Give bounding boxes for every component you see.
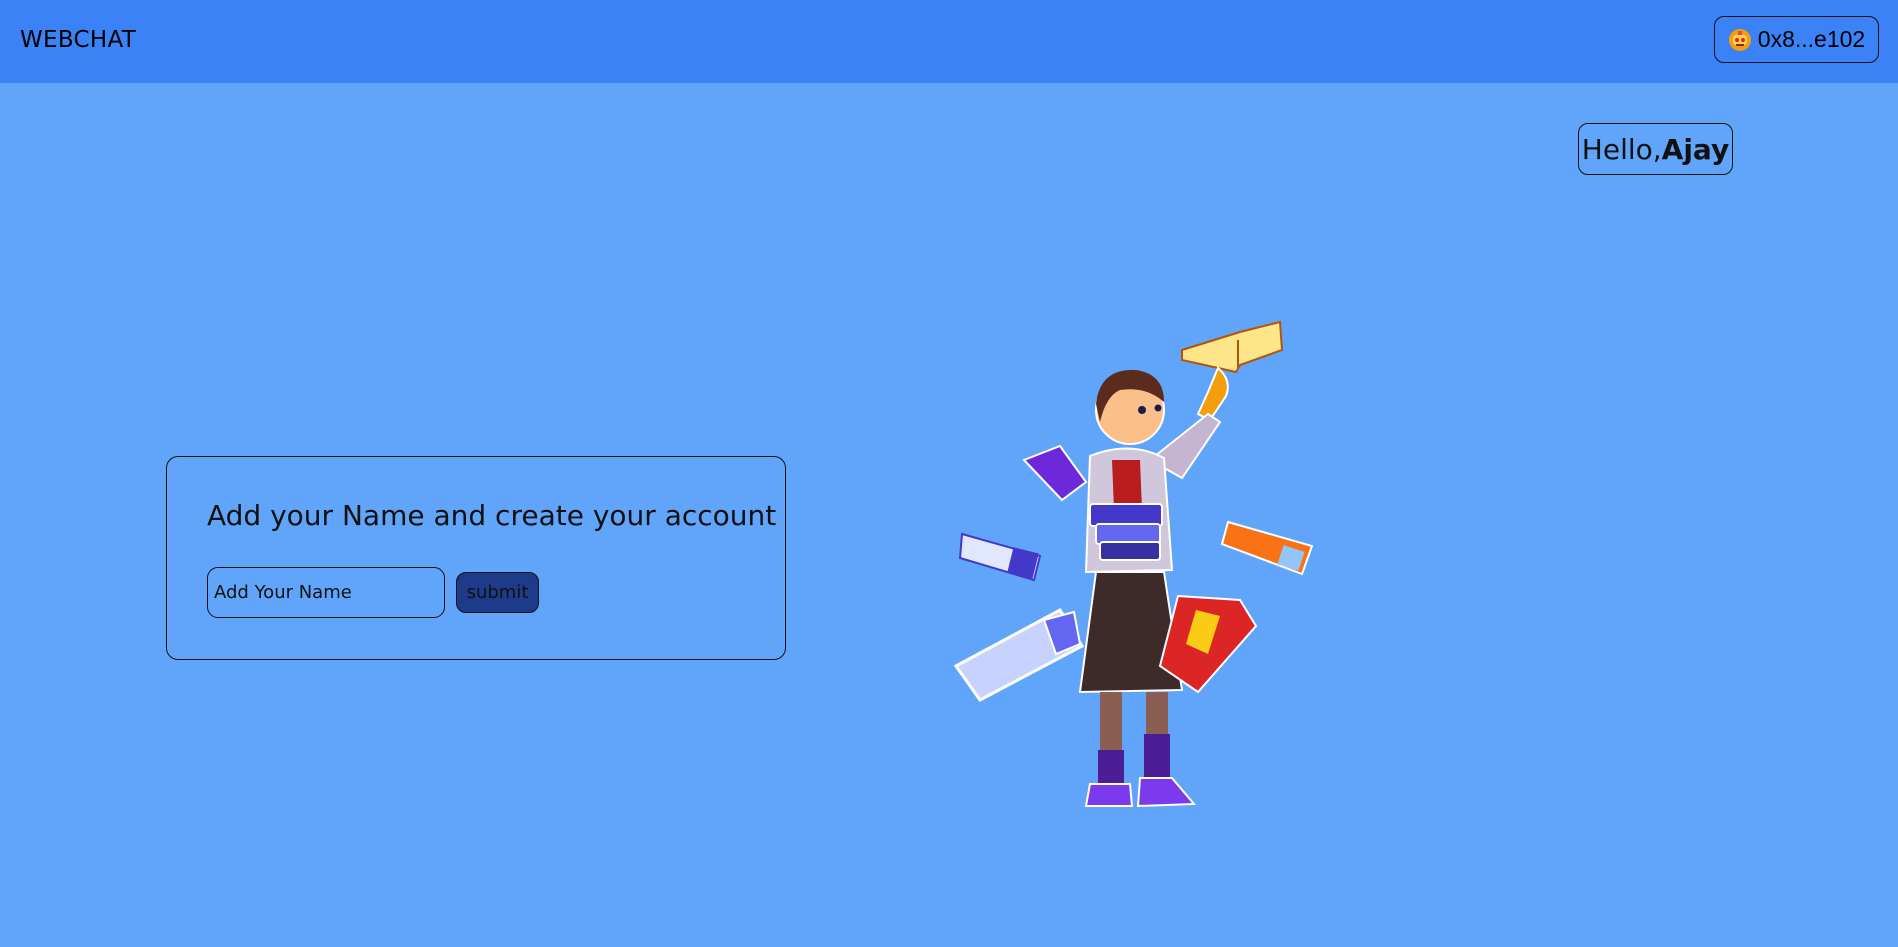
open-book-icon xyxy=(1181,320,1284,374)
signup-card-title: Add your Name and create your account xyxy=(207,499,777,532)
book-purple-icon xyxy=(1022,444,1088,502)
submit-button[interactable]: submit xyxy=(456,572,539,613)
wallet-address: 0x8...e102 xyxy=(1757,26,1866,52)
brand-title[interactable]: WEBCHAT xyxy=(20,27,136,53)
greeting-prefix: Hello, xyxy=(1581,132,1662,166)
greeting-username: Ajay xyxy=(1661,132,1730,166)
wallet-account-button[interactable]: 0x8...e102 xyxy=(1714,16,1879,63)
navbar: WEBCHAT 0x8...e102 xyxy=(0,0,1898,83)
book-white-icon xyxy=(958,532,1042,582)
girl-with-books-illustration xyxy=(953,320,1314,808)
book-lavender-icon xyxy=(953,608,1085,702)
greeting-badge: Hello, Ajay xyxy=(1578,123,1733,175)
signup-card: Add your Name and create your account su… xyxy=(166,456,786,660)
name-input[interactable] xyxy=(207,567,445,618)
book-orange-icon xyxy=(1220,520,1314,576)
robot-avatar-icon xyxy=(1728,28,1751,51)
